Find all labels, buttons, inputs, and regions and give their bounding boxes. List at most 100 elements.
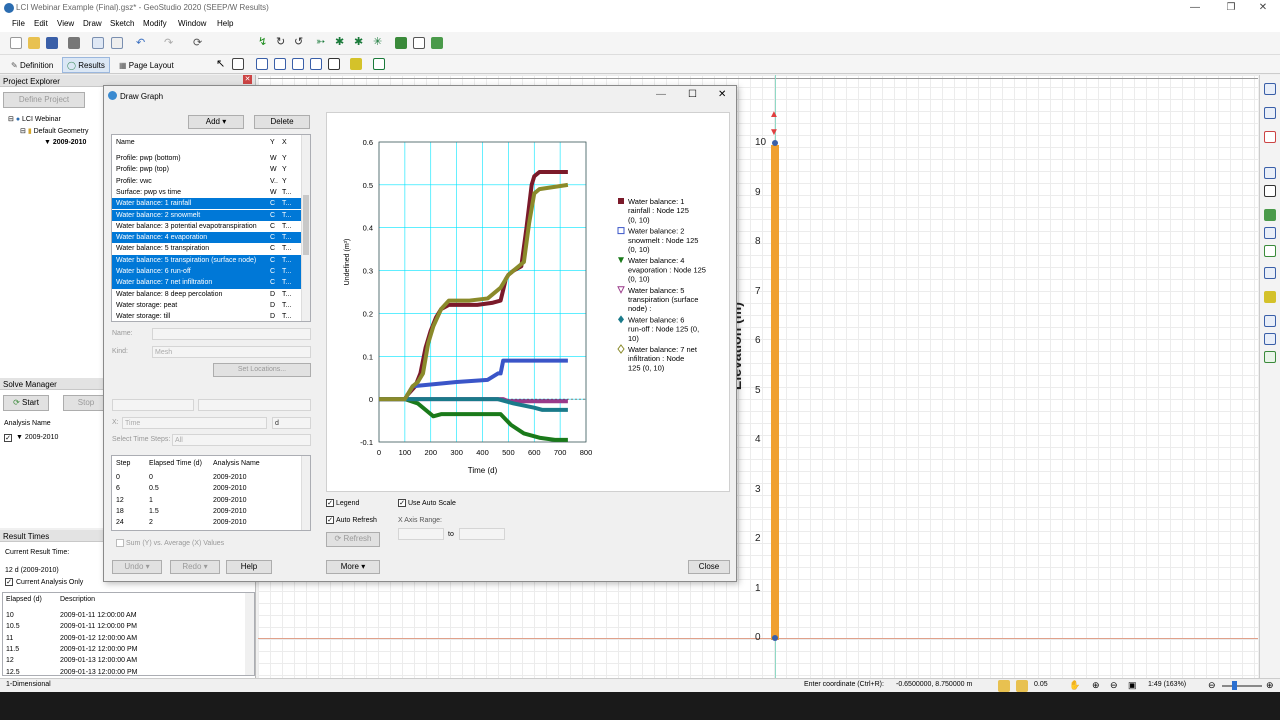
graph-area[interactable]: 0 100 200 300 400 500 600 700 800 -0.1 0 0.1 0.2 0.3 0…	[326, 112, 730, 492]
tool-icon-5[interactable]: ✱	[335, 35, 344, 48]
right-tool-8-icon[interactable]	[1264, 245, 1276, 257]
result-time-row[interactable]: 10 2009-01-11 12:00:00 AM	[3, 610, 243, 621]
result-time-row[interactable]: 11 2009-01-12 12:00:00 AM	[3, 633, 243, 644]
graph-list-item[interactable]: Water balance: 2 snowmelt C T...	[112, 209, 302, 221]
graph-list-item[interactable]: Water balance: 8 deep percolation D T...	[112, 289, 302, 300]
results-mode-button[interactable]: ◯ Results	[62, 57, 110, 73]
tool-icon-6[interactable]: ✱	[354, 35, 363, 48]
right-tool-2-icon[interactable]	[1264, 107, 1276, 119]
graph-icon[interactable]: ➳	[316, 35, 325, 48]
definition-mode-button[interactable]: ✎ Definition	[6, 57, 58, 73]
graph-list-item[interactable]: Profile: vwc V.. Y	[112, 176, 302, 187]
tool-e-icon[interactable]	[328, 58, 340, 70]
redo-button[interactable]: Redo ▾	[170, 560, 220, 574]
redo-icon[interactable]: ↷	[164, 36, 173, 49]
snap-point-icon[interactable]	[1016, 680, 1028, 692]
legend-checkbox[interactable]: ✓	[326, 499, 334, 507]
help-button[interactable]: Help	[226, 560, 272, 574]
delete-button[interactable]: Delete	[254, 115, 310, 129]
tool-icon-1[interactable]: ↯	[258, 35, 267, 48]
menu-file[interactable]: File	[12, 19, 25, 28]
menu-sketch[interactable]: Sketch	[110, 19, 134, 28]
tool-icon-3[interactable]: ↺	[294, 35, 303, 48]
new-file-icon[interactable]	[10, 37, 22, 49]
menu-modify[interactable]: Modify	[143, 19, 167, 28]
snap-grid-icon[interactable]	[998, 680, 1010, 692]
zoom-slider-thumb[interactable]	[1232, 681, 1237, 690]
tool-c-icon[interactable]	[292, 58, 304, 70]
page-layout-button[interactable]: ▦ Page Layout	[114, 57, 179, 73]
result-time-row[interactable]: 12 2009-01-13 12:00:00 AM	[3, 655, 243, 666]
time-step-row[interactable]: 18 1.5 2009-2010	[112, 506, 302, 517]
steps-scrollbar[interactable]	[301, 456, 310, 530]
set-locations-button[interactable]: Set Locations...	[213, 363, 311, 377]
graph-list-item[interactable]: Profile: pwp (top) W Y	[112, 164, 302, 175]
tool-d-icon[interactable]	[310, 58, 322, 70]
graph-list-item[interactable]: Water balance: 7 net infiltration C T...	[112, 277, 302, 289]
maximize-button[interactable]: ❐	[1214, 0, 1248, 16]
graph-list-scrollbar[interactable]	[301, 135, 310, 321]
x-range-to[interactable]	[459, 528, 505, 540]
y-unit-field[interactable]	[198, 399, 311, 411]
minimize-button[interactable]: —	[1178, 0, 1212, 16]
right-tool-6-icon[interactable]	[1264, 209, 1276, 221]
close-dialog-button[interactable]: Close	[688, 560, 730, 574]
menu-help[interactable]: Help	[217, 19, 233, 28]
result-time-row[interactable]: 11.5 2009-01-12 12:00:00 PM	[3, 644, 243, 655]
undo-button[interactable]: Undo ▾	[112, 560, 162, 574]
refresh-icon[interactable]: ⟳	[193, 36, 202, 49]
sum-average-checkbox[interactable]	[116, 539, 124, 547]
tree-item-geometry[interactable]: ⊟ ▮ Default Geometry	[20, 127, 88, 135]
graph-list-item[interactable]: Water balance: 5 transpiration (surface …	[112, 254, 302, 266]
auto-refresh-checkbox[interactable]: ✓	[326, 516, 334, 524]
graph-list-item[interactable]: Water balance: 5 transpiration C T...	[112, 243, 302, 254]
refresh-button[interactable]: ⟳ Refresh	[326, 532, 380, 547]
current-analysis-checkbox[interactable]: ✓	[5, 578, 13, 586]
right-tool-13-icon[interactable]	[1264, 351, 1276, 363]
chart-icon[interactable]	[395, 37, 407, 49]
x-unit-select[interactable]: d	[272, 417, 311, 429]
menu-draw[interactable]: Draw	[83, 19, 102, 28]
graph-list-item[interactable]: Water storage: peat D T...	[112, 300, 302, 311]
right-tool-7-icon[interactable]	[1264, 227, 1276, 239]
table-icon[interactable]	[413, 37, 425, 49]
scrollbar-thumb[interactable]	[303, 195, 309, 255]
time-step-row[interactable]: 0 0 2009-2010	[112, 472, 302, 483]
graph-list-item[interactable]: Water balance: 6 run-off C T...	[112, 266, 302, 278]
node-marker-top[interactable]	[772, 140, 778, 146]
x-select[interactable]: Time	[122, 417, 267, 429]
zoom-fit-icon[interactable]: ▣	[1128, 680, 1137, 691]
right-tool-1-icon[interactable]	[1264, 83, 1276, 95]
graph-list-item[interactable]: Water balance: 1 rainfall C T...	[112, 198, 302, 210]
right-tool-3-icon[interactable]	[1264, 131, 1276, 143]
dialog-close-button[interactable]: ✕	[718, 89, 726, 100]
zoom-out-icon[interactable]: ⊖	[1110, 680, 1118, 691]
print-icon[interactable]	[68, 37, 80, 49]
node-marker-bottom[interactable]	[772, 635, 778, 641]
y-axis-field[interactable]	[112, 399, 194, 411]
more-button[interactable]: More ▾	[326, 560, 380, 574]
paste-icon[interactable]	[111, 37, 123, 49]
graph-list-item[interactable]: Water storage: till D T...	[112, 311, 302, 321]
tool-f-icon[interactable]	[350, 58, 362, 70]
menu-view[interactable]: View	[57, 19, 74, 28]
auto-scale-checkbox[interactable]: ✓	[398, 499, 406, 507]
copy-icon[interactable]	[92, 37, 104, 49]
right-tool-5-icon[interactable]	[1264, 185, 1276, 197]
tool-g-icon[interactable]	[373, 58, 385, 70]
zoom-in-icon[interactable]: ⊕	[1092, 680, 1100, 691]
graph-list-item[interactable]: Water balance: 3 potential evapotranspir…	[112, 221, 302, 232]
export-icon[interactable]	[431, 37, 443, 49]
tree-item-analysis[interactable]: ▼ 2009-2010	[44, 139, 86, 146]
right-tool-11-icon[interactable]	[1264, 315, 1276, 327]
time-step-row[interactable]: 6 0.5 2009-2010	[112, 483, 302, 494]
analysis-checkbox[interactable]: ✓	[4, 434, 12, 442]
start-button[interactable]: ⟳ Start	[3, 395, 49, 411]
graph-list-item[interactable]: Water balance: 4 evaporation C T...	[112, 232, 302, 244]
right-tool-12-icon[interactable]	[1264, 333, 1276, 345]
open-folder-icon[interactable]	[28, 37, 40, 49]
coord-value[interactable]: -0.6500000, 8.750000 m	[896, 681, 972, 688]
pan-hand-icon[interactable]: ✋	[1069, 680, 1080, 691]
dialog-minimize-button[interactable]: —	[656, 89, 666, 100]
menu-edit[interactable]: Edit	[34, 19, 48, 28]
